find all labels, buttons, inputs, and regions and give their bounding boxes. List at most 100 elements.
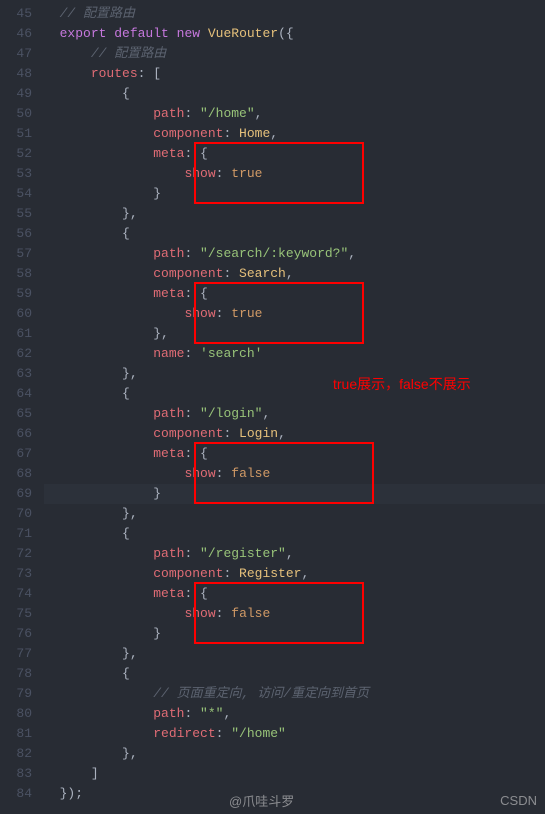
code-line[interactable]: path: "/search/:keyword?", <box>44 244 545 264</box>
token: Home <box>239 126 270 141</box>
token: }, <box>122 506 138 521</box>
token: VueRouter <box>208 26 278 41</box>
code-line[interactable]: component: Home, <box>44 124 545 144</box>
code-line[interactable]: }, <box>44 644 545 664</box>
code-line[interactable]: { <box>44 524 545 544</box>
code-line[interactable]: ] <box>44 764 545 784</box>
token: show <box>184 606 215 621</box>
code-line[interactable]: show: false <box>44 604 545 624</box>
code-line[interactable]: name: 'search' <box>44 344 545 364</box>
code-line[interactable]: path: "*", <box>44 704 545 724</box>
line-number: 81 <box>8 724 32 744</box>
code-line[interactable]: { <box>44 224 545 244</box>
code-line[interactable]: show: true <box>44 304 545 324</box>
token: { <box>122 666 130 681</box>
token: : <box>184 406 200 421</box>
code-line[interactable]: path: "/home", <box>44 104 545 124</box>
token: ] <box>91 766 99 781</box>
line-number: 65 <box>8 404 32 424</box>
line-number: 54 <box>8 184 32 204</box>
code-line[interactable]: } <box>44 184 545 204</box>
token: }, <box>122 366 138 381</box>
token: false <box>231 606 270 621</box>
code-line[interactable]: }, <box>44 504 545 524</box>
code-line[interactable]: meta: { <box>44 144 545 164</box>
code-line[interactable]: }); <box>44 784 545 804</box>
code-line[interactable]: // 配置路由 <box>44 4 545 24</box>
code-line[interactable]: meta: { <box>44 444 545 464</box>
code-line[interactable]: path: "/register", <box>44 544 545 564</box>
line-number: 69 <box>8 484 32 504</box>
line-number: 62 <box>8 344 32 364</box>
token: true <box>231 306 262 321</box>
code-line[interactable]: { <box>44 84 545 104</box>
token: { <box>122 386 130 401</box>
token: component <box>153 566 223 581</box>
token: Login <box>239 426 278 441</box>
token: path <box>153 706 184 721</box>
code-line[interactable]: component: Login, <box>44 424 545 444</box>
token: , <box>278 426 286 441</box>
code-line[interactable]: }, <box>44 204 545 224</box>
token: , <box>262 406 270 421</box>
code-line[interactable]: redirect: "/home" <box>44 724 545 744</box>
code-line[interactable]: component: Search, <box>44 264 545 284</box>
code-line[interactable]: export default new VueRouter({ <box>44 24 545 44</box>
token: // 配置路由 <box>60 6 135 21</box>
line-number: 68 <box>8 464 32 484</box>
token: , <box>286 546 294 561</box>
code-line[interactable]: { <box>44 664 545 684</box>
code-area[interactable]: // 配置路由 export default new VueRouter({ /… <box>44 0 545 814</box>
watermark-csdn: CSDN <box>500 793 537 808</box>
token: redirect <box>153 726 215 741</box>
line-number: 49 <box>8 84 32 104</box>
line-number: 66 <box>8 424 32 444</box>
code-line[interactable]: meta: { <box>44 584 545 604</box>
token: path <box>153 106 184 121</box>
line-number: 75 <box>8 604 32 624</box>
line-number: 82 <box>8 744 32 764</box>
token: : { <box>184 286 207 301</box>
token: Search <box>239 266 286 281</box>
line-number: 50 <box>8 104 32 124</box>
code-line[interactable]: }, <box>44 324 545 344</box>
token: new <box>177 26 208 41</box>
line-number: 57 <box>8 244 32 264</box>
code-line[interactable]: component: Register, <box>44 564 545 584</box>
token: }, <box>122 646 138 661</box>
code-editor[interactable]: 4546474849505152535455565758596061626364… <box>0 0 545 814</box>
token: , <box>255 106 263 121</box>
code-line[interactable]: } <box>44 484 545 504</box>
line-number: 46 <box>8 24 32 44</box>
code-line[interactable]: routes: [ <box>44 64 545 84</box>
token: }, <box>122 746 138 761</box>
line-number: 71 <box>8 524 32 544</box>
token: : <box>216 606 232 621</box>
code-line[interactable]: meta: { <box>44 284 545 304</box>
token: : <box>223 566 239 581</box>
token: , <box>270 126 278 141</box>
code-line[interactable]: show: true <box>44 164 545 184</box>
code-line[interactable]: // 配置路由 <box>44 44 545 64</box>
code-line[interactable]: path: "/login", <box>44 404 545 424</box>
token: } <box>153 486 161 501</box>
token: { <box>122 86 130 101</box>
code-line[interactable]: show: false <box>44 464 545 484</box>
code-line[interactable]: }, <box>44 744 545 764</box>
line-number: 51 <box>8 124 32 144</box>
code-line[interactable]: } <box>44 624 545 644</box>
token: { <box>122 226 130 241</box>
token: : <box>216 166 232 181</box>
code-line[interactable]: // 页面重定向, 访问/重定向到首页 <box>44 684 545 704</box>
token: { <box>122 526 130 541</box>
line-number: 48 <box>8 64 32 84</box>
line-number: 47 <box>8 44 32 64</box>
token: show <box>184 166 215 181</box>
line-number: 58 <box>8 264 32 284</box>
token: , <box>223 706 231 721</box>
token: component <box>153 426 223 441</box>
token: : <box>184 346 200 361</box>
token: // 页面重定向, 访问/重定向到首页 <box>153 686 369 701</box>
line-number: 55 <box>8 204 32 224</box>
token: path <box>153 546 184 561</box>
